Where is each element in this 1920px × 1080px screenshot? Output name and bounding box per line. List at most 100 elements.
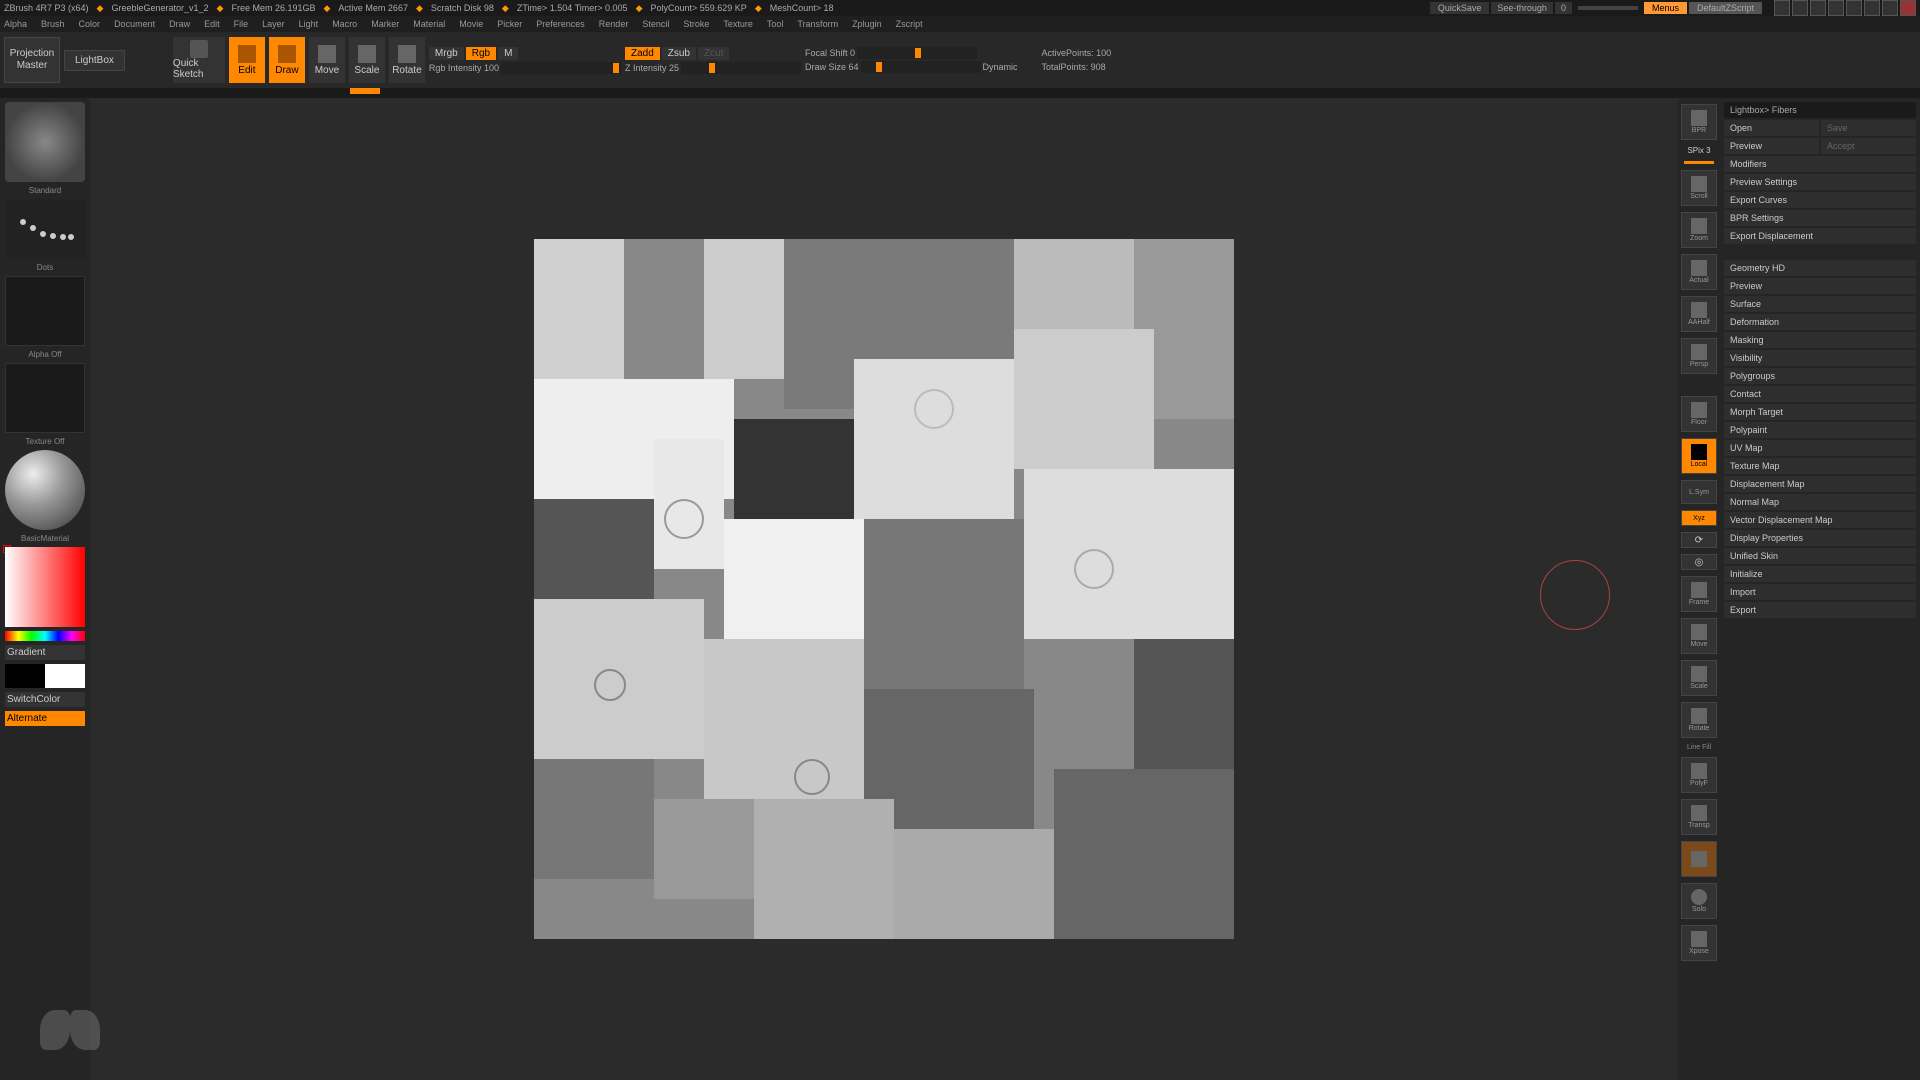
section-morphtarget[interactable]: Morph Target: [1724, 404, 1916, 420]
texture-thumbnail[interactable]: [5, 363, 85, 433]
zadd-button[interactable]: Zadd: [625, 47, 660, 60]
projection-master-button[interactable]: Projection Master: [4, 37, 60, 83]
nav-move-button[interactable]: Move: [1681, 618, 1717, 654]
section-modifiers[interactable]: Modifiers: [1724, 156, 1916, 172]
menu-preferences[interactable]: Preferences: [536, 19, 585, 29]
solo-button[interactable]: Solo: [1681, 883, 1717, 919]
section-displayprops[interactable]: Display Properties: [1724, 530, 1916, 546]
section-texturemap[interactable]: Texture Map: [1724, 458, 1916, 474]
zcut-button[interactable]: Zcut: [698, 47, 729, 60]
section-contact[interactable]: Contact: [1724, 386, 1916, 402]
timeline[interactable]: [0, 88, 1920, 98]
floor-button[interactable]: Floor: [1681, 396, 1717, 432]
menu-render[interactable]: Render: [599, 19, 629, 29]
material-thumbnail[interactable]: [5, 450, 85, 530]
menu-stroke[interactable]: Stroke: [683, 19, 709, 29]
lightbox-button[interactable]: LightBox: [64, 50, 125, 71]
save-button[interactable]: Save: [1821, 120, 1916, 136]
rgb-button[interactable]: Rgb: [466, 47, 496, 60]
brush-thumbnail[interactable]: [5, 102, 85, 182]
rotate-mode-button[interactable]: Rotate: [389, 37, 425, 83]
zsub-button[interactable]: Zsub: [662, 47, 696, 60]
section-polypaint[interactable]: Polypaint: [1724, 422, 1916, 438]
nav-scale-button[interactable]: Scale: [1681, 660, 1717, 696]
menu-color[interactable]: Color: [79, 19, 101, 29]
rot-center-button[interactable]: ◎: [1681, 554, 1717, 570]
menu-layer[interactable]: Layer: [262, 19, 285, 29]
section-deformation[interactable]: Deformation: [1724, 314, 1916, 330]
section-previewsettings[interactable]: Preview Settings: [1724, 174, 1916, 190]
menu-alpha[interactable]: Alpha: [4, 19, 27, 29]
titlebar-icon-1[interactable]: [1774, 0, 1790, 16]
lsym-button[interactable]: L.Sym: [1681, 480, 1717, 504]
rot-arc-button[interactable]: ⟳: [1681, 532, 1717, 548]
accept-button[interactable]: Accept: [1821, 138, 1916, 154]
titlebar-icon-4[interactable]: [1828, 0, 1844, 16]
dynamic-label[interactable]: Dynamic: [983, 62, 1018, 72]
ghost-button[interactable]: [1681, 841, 1717, 877]
zoom-button[interactable]: Zoom: [1681, 212, 1717, 248]
focal-shift-slider[interactable]: [857, 47, 977, 59]
alpha-thumbnail[interactable]: [5, 276, 85, 346]
menu-picker[interactable]: Picker: [497, 19, 522, 29]
section-displacementmap[interactable]: Displacement Map: [1724, 476, 1916, 492]
switchcolor-button[interactable]: SwitchColor: [5, 692, 85, 707]
m-button[interactable]: M: [498, 47, 518, 60]
rgb-intensity-slider[interactable]: [501, 62, 621, 74]
draw-mode-button[interactable]: Draw: [269, 37, 305, 83]
section-bprsettings[interactable]: BPR Settings: [1724, 210, 1916, 226]
menu-light[interactable]: Light: [299, 19, 319, 29]
z-intensity-slider[interactable]: [681, 62, 801, 74]
palette-breadcrumb[interactable]: Lightbox> Fibers: [1724, 102, 1916, 118]
persp-button[interactable]: Persp: [1681, 338, 1717, 374]
hue-strip[interactable]: [5, 631, 85, 641]
section-polygroups[interactable]: Polygroups: [1724, 368, 1916, 384]
menu-stencil[interactable]: Stencil: [642, 19, 669, 29]
section-unifiedskin[interactable]: Unified Skin: [1724, 548, 1916, 564]
section-surface[interactable]: Surface: [1724, 296, 1916, 312]
polyf-button[interactable]: PolyF: [1681, 757, 1717, 793]
titlebar-icon-3[interactable]: [1810, 0, 1826, 16]
draw-size-slider[interactable]: [861, 61, 981, 73]
canvas[interactable]: [90, 98, 1678, 1080]
section-visibility[interactable]: Visibility: [1724, 350, 1916, 366]
mrgb-button[interactable]: Mrgb: [429, 47, 464, 60]
black-swatch[interactable]: [5, 664, 45, 688]
section-exportcurves[interactable]: Export Curves: [1724, 192, 1916, 208]
section-geometryhd[interactable]: Geometry HD: [1724, 260, 1916, 276]
menu-transform[interactable]: Transform: [797, 19, 838, 29]
menu-movie[interactable]: Movie: [459, 19, 483, 29]
section-exportdisplacement[interactable]: Export Displacement: [1724, 228, 1916, 244]
spix-slider[interactable]: [1684, 161, 1714, 164]
menus-button[interactable]: Menus: [1644, 2, 1687, 14]
menu-zscript[interactable]: Zscript: [896, 19, 923, 29]
menu-tool[interactable]: Tool: [767, 19, 784, 29]
section-export[interactable]: Export: [1724, 602, 1916, 618]
gradient-button[interactable]: Gradient: [5, 645, 85, 660]
seethrough-slider[interactable]: [1578, 6, 1638, 10]
section-masking[interactable]: Masking: [1724, 332, 1916, 348]
seethrough-value[interactable]: 0: [1555, 2, 1572, 14]
menu-material[interactable]: Material: [413, 19, 445, 29]
edit-mode-button[interactable]: Edit: [229, 37, 265, 83]
menu-macro[interactable]: Macro: [332, 19, 357, 29]
open-button[interactable]: Open: [1724, 120, 1819, 136]
titlebar-icon-5[interactable]: [1846, 0, 1862, 16]
document[interactable]: [534, 239, 1234, 939]
menu-marker[interactable]: Marker: [371, 19, 399, 29]
alternate-button[interactable]: Alternate: [5, 711, 85, 726]
preview-button[interactable]: Preview: [1724, 138, 1819, 154]
frame-button[interactable]: Frame: [1681, 576, 1717, 612]
stroke-thumbnail[interactable]: [5, 199, 85, 259]
quicksketch-button[interactable]: Quick Sketch: [173, 37, 225, 83]
actual-button[interactable]: Actual: [1681, 254, 1717, 290]
section-uvmap[interactable]: UV Map: [1724, 440, 1916, 456]
defaultzscript-button[interactable]: DefaultZScript: [1689, 2, 1762, 14]
move-mode-button[interactable]: Move: [309, 37, 345, 83]
white-swatch[interactable]: [45, 664, 85, 688]
quicksave-button[interactable]: QuickSave: [1430, 2, 1490, 14]
menu-file[interactable]: File: [234, 19, 249, 29]
titlebar-icon-2[interactable]: [1792, 0, 1808, 16]
spix-label[interactable]: SPix 3: [1687, 146, 1710, 155]
local-button[interactable]: Local: [1681, 438, 1717, 474]
